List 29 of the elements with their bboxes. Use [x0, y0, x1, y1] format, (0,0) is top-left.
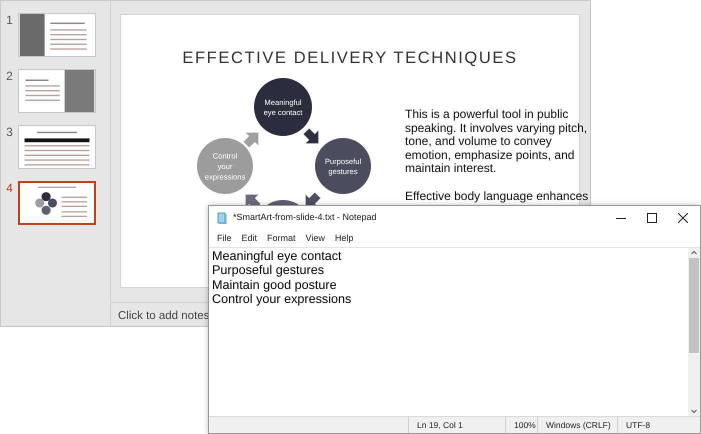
text-area[interactable]: Meaningful eye contact Purposeful gestures Maintain good posture Control your expressions — [209, 248, 688, 416]
slide-number: 1 — [5, 13, 14, 27]
close-icon — [678, 213, 688, 223]
arrow-icon — [304, 128, 318, 144]
status-text: Windows (CRLF) — [537, 417, 617, 433]
slide-thumbnail[interactable] — [18, 125, 96, 169]
status-text: 100% — [505, 417, 537, 433]
menu-item[interactable]: File — [212, 232, 237, 246]
status-text: Ln 19, Col 1 — [408, 417, 505, 433]
slide-title: EFFECTIVE DELIVERY TECHNIQUES — [181, 48, 519, 69]
menu-item[interactable]: Format — [262, 232, 301, 246]
arrow-icon — [244, 132, 258, 148]
slide-thumbnail[interactable] — [18, 69, 96, 113]
menu-item[interactable]: View — [300, 232, 330, 246]
menu-item[interactable]: Edit — [236, 232, 262, 246]
menu-item[interactable]: Help — [330, 232, 358, 246]
status-text: UTF-8 — [617, 417, 689, 433]
notepad-icon — [216, 212, 228, 224]
scrollbar[interactable] — [688, 248, 700, 416]
notes-placeholder[interactable]: Click to add notes — [118, 310, 210, 322]
slide-number: 2 — [5, 69, 14, 83]
maximize-icon — [646, 213, 656, 223]
slide-number: 4 — [5, 181, 14, 195]
window-title: *SmartArt-from-slide-4.txt - Notepad — [233, 211, 377, 224]
slide-number: 3 — [5, 125, 14, 139]
slide-paragraph: This is a powerful tool in public speaking. It involves varying pitch, tone, and volume to convey emotion, emphasize points, and maintain interest. — [405, 108, 588, 176]
slide-thumbnail[interactable] — [18, 13, 96, 57]
slide-thumbnail[interactable] — [18, 181, 96, 225]
slide-paragraph: Effective body language enhances — [405, 190, 590, 204]
